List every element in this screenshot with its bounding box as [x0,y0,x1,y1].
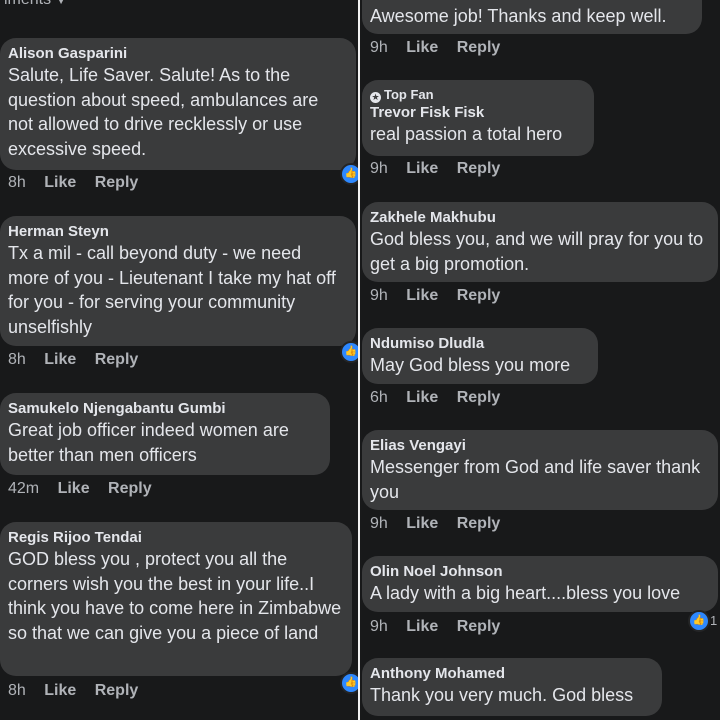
comment-actions: 9h Like Reply [370,515,514,533]
comment-bubble: Alison Gasparini Salute, Life Saver. Sal… [0,38,356,170]
comment-bubble: Elias Vengayi Messenger from God and lif… [362,430,718,510]
like-link[interactable]: Like [406,389,438,406]
comment-text: GOD bless you , protect you all the corn… [8,549,342,643]
top-fan-label: Top Fan [384,87,434,102]
like-link[interactable]: Like [44,682,76,699]
comment-bubble: Regis Rijoo Tendai GOD bless you , prote… [0,522,352,676]
comment-text: A lady with a big heart....bless you lov… [370,583,681,603]
comment-time[interactable]: 6h [370,389,388,406]
like-reaction-icon[interactable]: 👍 [340,163,358,185]
comment-text: Messenger from God and life saver thank … [370,457,701,502]
like-link[interactable]: Like [406,515,438,532]
comment-author[interactable]: Ndumiso Dludla [370,334,588,353]
comments-filter[interactable]: iments ▼ [4,0,66,9]
comment-time[interactable]: 8h [8,682,26,699]
comment-bubble: Herman Steyn Tx a mil - call beyond duty… [0,216,356,346]
comment-author[interactable]: Anthony Mohamed [370,664,652,683]
like-link[interactable]: Like [44,351,76,368]
comments-filter-label: iments [4,0,51,8]
reply-link[interactable]: Reply [457,389,501,406]
comment-time[interactable]: 8h [8,351,26,368]
comment-author[interactable]: Zakhele Makhubu [370,208,708,227]
comment-author[interactable]: Herman Steyn [8,222,346,241]
reply-link[interactable]: Reply [95,174,139,191]
like-reaction-icon[interactable]: 👍 [340,341,358,363]
comment-bubble: Samukelo Njengabantu Gumbi Great job off… [0,393,330,475]
like-link[interactable]: Like [406,160,438,177]
comment-bubble: Ndumiso Dludla May God bless you more [362,328,598,384]
comment-time[interactable]: 9h [370,618,388,635]
comment-text: Thank you very much. God bless [370,685,634,705]
like-link[interactable]: Like [406,618,438,635]
left-comments-panel: iments ▼ Alison Gasparini Salute, Life S… [0,0,358,720]
top-fan-badge: ★ Top Fan [370,87,584,103]
comment-text: Great job officer indeed women are bette… [8,420,289,465]
comment-actions: 8h Like Reply [8,351,152,369]
comment-bubble: Awesome job! Thanks and keep well. [362,0,702,34]
like-reaction-icon[interactable]: 👍 [340,672,358,694]
comment-time[interactable]: 9h [370,287,388,304]
comment-text: God bless you, and we will pray for you … [370,229,704,274]
comment-text: real passion a total hero [370,124,563,144]
comment-actions: 8h Like Reply [8,174,152,192]
comment-time[interactable]: 9h [370,515,388,532]
like-link[interactable]: Like [44,174,76,191]
comment-time[interactable]: 42m [8,480,39,497]
comment-author[interactable]: Regis Rijoo Tendai [8,528,342,547]
comment-text: Salute, Life Saver. Salute! As to the qu… [8,65,319,159]
comment-actions: 6h Like Reply [370,389,514,407]
comment-author[interactable]: Alison Gasparini [8,44,346,63]
comment-bubble: Olin Noel Johnson A lady with a big hear… [362,556,718,612]
comment-author[interactable]: Trevor Fisk Fisk [370,103,584,122]
comment-time[interactable]: 9h [370,160,388,177]
comment-actions: 9h Like Reply [370,160,514,178]
like-link[interactable]: Like [58,480,90,497]
reply-link[interactable]: Reply [457,39,501,56]
like-link[interactable]: Like [406,287,438,304]
comment-actions: 8h Like Reply [8,682,152,700]
comment-author[interactable]: Olin Noel Johnson [370,562,708,581]
reply-link[interactable]: Reply [457,287,501,304]
reply-link[interactable]: Reply [95,351,139,368]
comment-bubble: Anthony Mohamed Thank you very much. God… [362,658,662,716]
comment-text: May God bless you more [370,355,571,375]
comment-author[interactable]: Samukelo Njengabantu Gumbi [8,399,320,418]
comment-text: Awesome job! Thanks and keep well. [370,6,667,26]
comment-actions: 42m Like Reply [8,480,166,498]
reply-link[interactable]: Reply [95,682,139,699]
comment-author[interactable]: Elias Vengayi [370,436,708,455]
chevron-down-icon: ▼ [55,0,67,7]
reply-link[interactable]: Reply [457,160,501,177]
comment-actions: 9h Like Reply [370,618,514,636]
reply-link[interactable]: Reply [457,515,501,532]
comment-actions: 9h Like Reply [370,39,514,57]
comment-text: Tx a mil - call beyond duty - we need mo… [8,243,336,337]
comment-time[interactable]: 8h [8,174,26,191]
reaction-count[interactable]: 1 [710,613,717,628]
comment-bubble: Zakhele Makhubu God bless you, and we wi… [362,202,718,282]
reply-link[interactable]: Reply [457,618,501,635]
reply-link[interactable]: Reply [108,480,152,497]
comment-time[interactable]: 9h [370,39,388,56]
like-link[interactable]: Like [406,39,438,56]
comment-bubble: ★ Top Fan Trevor Fisk Fisk real passion a… [362,80,594,156]
top-fan-icon: ★ [370,92,381,103]
like-reaction-icon[interactable]: 👍 [688,610,710,632]
comment-actions: 9h Like Reply [370,287,514,305]
right-comments-panel: Awesome job! Thanks and keep well. 9h Li… [360,0,720,720]
